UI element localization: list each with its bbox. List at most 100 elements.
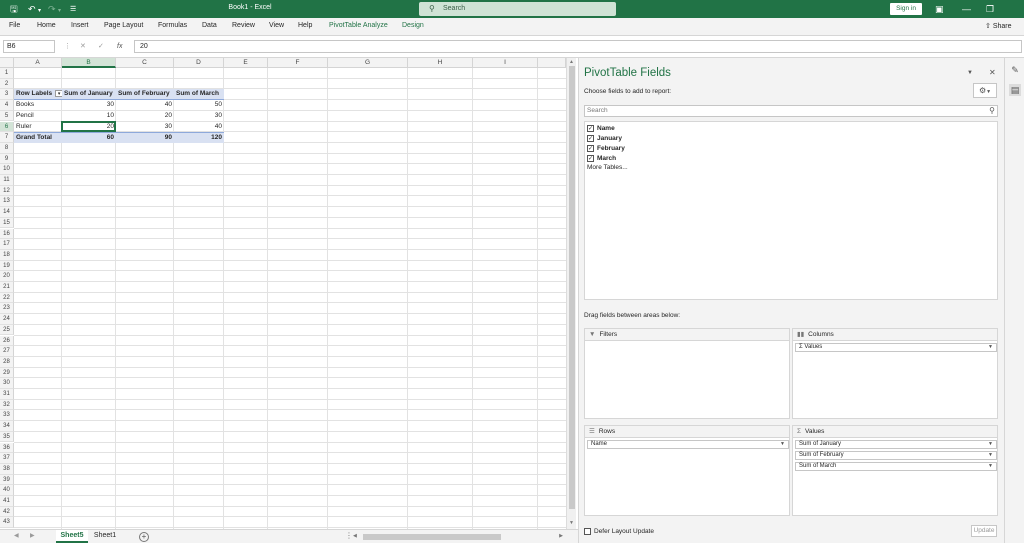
row-header-26[interactable]: 26 (0, 335, 14, 347)
chevron-down-icon[interactable]: ▼ (988, 463, 993, 470)
row-header-14[interactable]: 14 (0, 207, 14, 218)
format-icon[interactable]: ✎ (1009, 64, 1021, 76)
row-header-22[interactable]: 22 (0, 292, 14, 304)
insert-function-icon[interactable]: fx (117, 40, 122, 53)
pivot-fields-icon[interactable]: ▤ (1009, 84, 1021, 96)
pivot-cell-february[interactable]: 20 (116, 111, 174, 122)
column-header-g[interactable]: G (328, 58, 408, 68)
pivot-row-label[interactable]: Pencil (14, 111, 62, 122)
row-header-1[interactable]: 1 (0, 68, 14, 79)
pivot-cell-january[interactable]: 30 (62, 100, 116, 111)
tab-data[interactable]: Data (202, 22, 217, 29)
values-area[interactable]: Σ Values Sum of January ▼ Sum of February ▼… (792, 425, 998, 516)
tab-review[interactable]: Review (232, 22, 255, 29)
row-header-42[interactable]: 42 (0, 506, 14, 518)
vertical-scrollbar[interactable]: ▲ ▼ (566, 58, 576, 529)
row-header-18[interactable]: 18 (0, 249, 14, 261)
row-header-15[interactable]: 15 (0, 217, 14, 229)
sheet-tab-sheet5[interactable]: Sheet5 (56, 530, 88, 543)
column-header-i[interactable]: I (473, 58, 538, 68)
row-header-5[interactable]: 5 (0, 110, 14, 122)
pivot-row-label[interactable]: Ruler (14, 122, 62, 133)
ribbon-display-icon[interactable]: ▣ (935, 3, 944, 15)
columns-area[interactable]: ▮▮ Columns Σ Values ▼ (792, 328, 998, 419)
worksheet-grid[interactable]: A B C D E F G H I 1 2 3 4 5 6 7 8 9 10 11 12 13 14 15 16 17 18 19 20… (0, 58, 566, 529)
tab-pivottable-analyze[interactable]: PivotTable Analyze (329, 22, 388, 29)
row-header-16[interactable]: 16 (0, 228, 14, 240)
checkbox-icon[interactable]: ✓ (587, 144, 594, 152)
horizontal-scrollbar[interactable]: ◀ ▶ (353, 533, 563, 541)
prev-sheet-icon[interactable]: ◀ (14, 532, 19, 539)
tab-design[interactable]: Design (402, 22, 424, 29)
pivot-cell-march[interactable]: 40 (174, 122, 224, 133)
pivot-header-sum-january[interactable]: Sum of January (62, 89, 116, 101)
tab-insert[interactable]: Insert (71, 22, 89, 29)
row-header-33[interactable]: 33 (0, 410, 14, 422)
checkbox-icon[interactable]: ✓ (587, 134, 594, 142)
column-header-h[interactable]: H (408, 58, 473, 68)
enter-icon[interactable]: ✓ (98, 40, 104, 53)
minimize-icon[interactable]: — (962, 3, 971, 15)
row-header-12[interactable]: 12 (0, 185, 14, 197)
select-all-corner[interactable] (0, 58, 14, 68)
tab-file[interactable]: File (9, 22, 20, 29)
row-header-39[interactable]: 39 (0, 474, 14, 486)
field-item-march[interactable]: ✓ March (587, 154, 616, 163)
values-item-sum-of-march[interactable]: Sum of March ▼ (795, 462, 997, 471)
field-item-name[interactable]: ✓ Name (587, 124, 615, 133)
next-sheet-icon[interactable]: ▶ (30, 532, 35, 539)
checkbox-icon[interactable]: ✓ (587, 124, 594, 132)
name-box[interactable]: B6 (3, 40, 55, 53)
chevron-down-icon[interactable]: ▼ (988, 441, 993, 448)
close-icon[interactable]: ✕ (989, 68, 996, 77)
rows-area[interactable]: ☰ Rows Name ▼ (584, 425, 790, 516)
column-header-b[interactable]: B (62, 58, 116, 68)
defer-layout-update[interactable]: Defer Layout Update (584, 528, 654, 535)
row-header-37[interactable]: 37 (0, 453, 14, 464)
column-header-c[interactable]: C (116, 58, 174, 68)
grand-total-label[interactable]: Grand Total (14, 132, 62, 143)
rows-item-name[interactable]: Name ▼ (587, 440, 789, 449)
pivot-cell-february[interactable]: 40 (116, 100, 174, 111)
tab-help[interactable]: Help (298, 22, 312, 29)
tab-view[interactable]: View (269, 22, 284, 29)
search-box[interactable]: ⚲ Search (419, 2, 616, 16)
row-header-21[interactable]: 21 (0, 282, 14, 293)
column-header-f[interactable]: F (268, 58, 328, 68)
values-item-sum-of-january[interactable]: Sum of January ▼ (795, 440, 997, 449)
column-header-e[interactable]: E (224, 58, 268, 68)
row-header-27[interactable]: 27 (0, 346, 14, 357)
row-header-23[interactable]: 23 (0, 303, 14, 315)
sheet-tab-sheet1[interactable]: Sheet1 (90, 530, 120, 543)
add-sheet-icon[interactable]: + (139, 532, 149, 542)
row-header-28[interactable]: 28 (0, 356, 14, 368)
row-header-10[interactable]: 10 (0, 164, 14, 175)
row-header-6[interactable]: 6 (0, 121, 14, 133)
field-search-input[interactable]: Search ⚲ (584, 105, 998, 117)
chevron-down-icon[interactable]: ▼ (988, 452, 993, 459)
formula-input[interactable]: 20 (134, 40, 1022, 53)
field-item-january[interactable]: ✓ January (587, 134, 622, 143)
row-header-4[interactable]: 4 (0, 100, 14, 111)
values-item-sum-of-february[interactable]: Sum of February ▼ (795, 451, 997, 460)
tools-button[interactable]: ⚙▼ (973, 83, 997, 98)
pivot-cell-march[interactable]: 30 (174, 111, 224, 122)
columns-item-values[interactable]: Σ Values ▼ (795, 343, 997, 352)
row-header-43[interactable]: 43 (0, 517, 14, 529)
row-header-2[interactable]: 2 (0, 78, 14, 90)
row-header-31[interactable]: 31 (0, 389, 14, 400)
grand-total-march[interactable]: 120 (174, 132, 224, 143)
pivot-cell-february[interactable]: 30 (116, 122, 174, 133)
pivot-header-row-labels[interactable]: Row Labels ▾ (14, 89, 62, 101)
grand-total-february[interactable]: 90 (116, 132, 174, 143)
vertical-scroll-thumb[interactable] (569, 66, 575, 509)
column-header-a[interactable]: A (14, 58, 62, 68)
row-header-25[interactable]: 25 (0, 324, 14, 336)
row-header-20[interactable]: 20 (0, 271, 14, 282)
row-header-30[interactable]: 30 (0, 378, 14, 389)
row-header-35[interactable]: 35 (0, 431, 14, 443)
sign-in-button[interactable]: Sign in (890, 3, 922, 15)
scroll-right-icon[interactable]: ▶ (559, 533, 563, 539)
chevron-down-icon[interactable]: ▼ (780, 441, 785, 448)
field-item-february[interactable]: ✓ February (587, 144, 625, 153)
